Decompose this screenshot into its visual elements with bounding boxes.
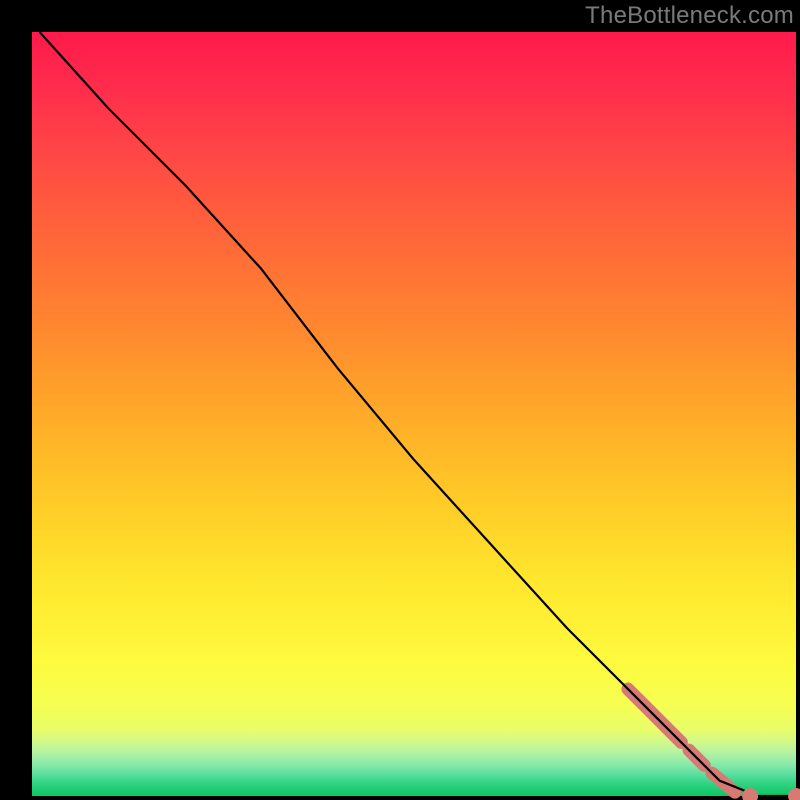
watermark-text: TheBottleneck.com (585, 2, 794, 30)
chart-svg (0, 0, 800, 800)
chart-stage: TheBottleneck.com (0, 0, 800, 800)
